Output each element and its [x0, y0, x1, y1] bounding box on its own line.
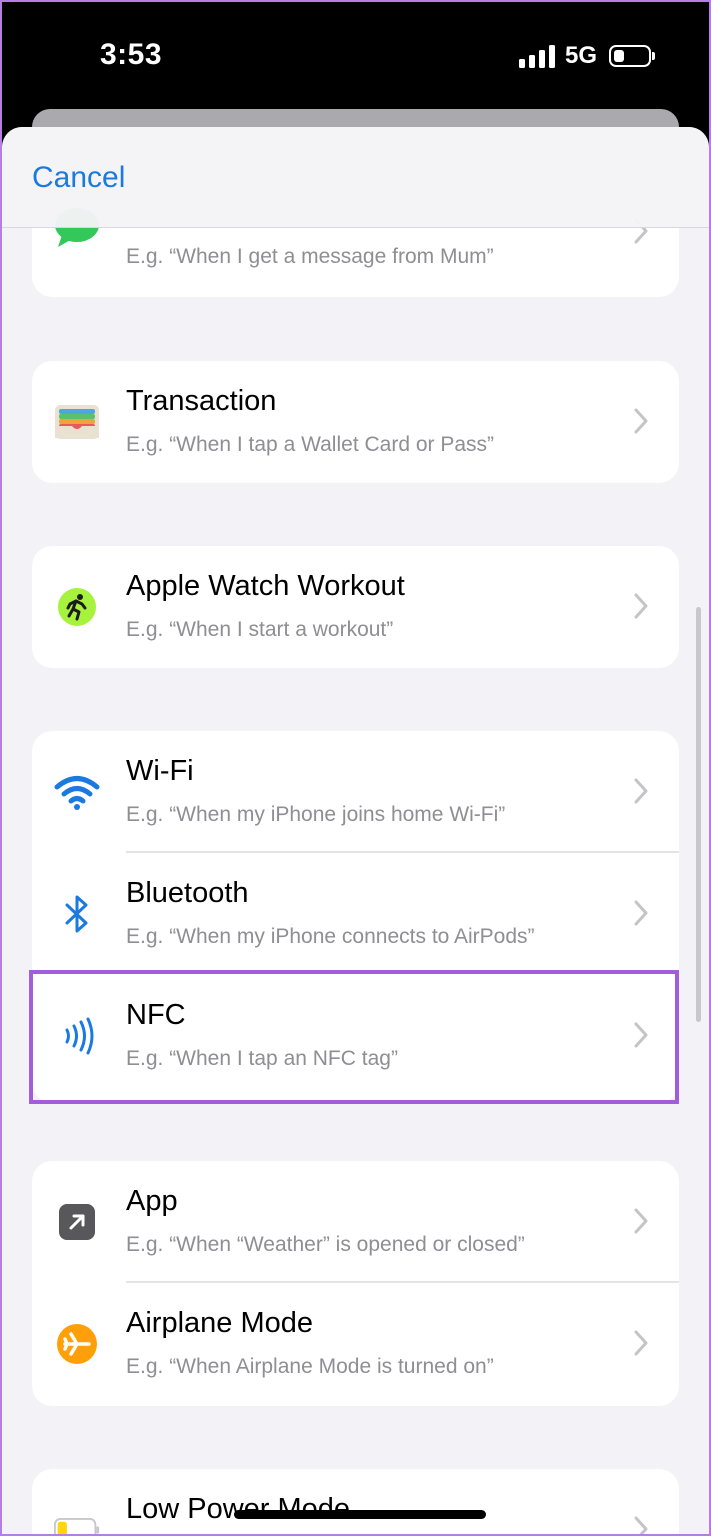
app-arrow-icon	[54, 1199, 100, 1245]
wallet-icon	[54, 399, 100, 445]
trigger-row-low-power-mode[interactable]: Low Power Mode	[32, 1469, 679, 1534]
network-type: 5G	[564, 42, 597, 69]
cellular-signal-icon	[518, 44, 555, 68]
wifi-icon	[54, 769, 100, 815]
chevron-right-icon	[634, 408, 648, 434]
chevron-right-icon	[634, 900, 648, 926]
phone-screen: 3:53 5G Cancel E.g. “When I get a messag…	[0, 0, 711, 1536]
cancel-button[interactable]: Cancel	[32, 161, 125, 195]
trigger-title: Airplane Mode	[126, 1307, 313, 1339]
trigger-subtitle: E.g. “When my iPhone connects to AirPods…	[126, 925, 535, 948]
trigger-row-airplane-mode[interactable]: Airplane Mode E.g. “When Airplane Mode i…	[32, 1283, 679, 1405]
trigger-group: Transaction E.g. “When I tap a Wallet Ca…	[32, 361, 679, 483]
trigger-subtitle: E.g. “When I get a message from Mum”	[126, 245, 494, 268]
trigger-title: Bluetooth	[126, 877, 249, 909]
chevron-right-icon	[634, 778, 648, 804]
bluetooth-icon	[54, 891, 100, 937]
trigger-title: Transaction	[126, 385, 277, 417]
status-indicators: 5G	[518, 42, 655, 70]
chevron-right-icon	[634, 1516, 648, 1534]
home-indicator	[234, 1510, 486, 1519]
chevron-right-icon	[634, 1330, 648, 1356]
workout-icon	[54, 584, 100, 630]
trigger-subtitle: E.g. “When “Weather” is opened or closed…	[126, 1233, 525, 1256]
trigger-subtitle: E.g. “When Airplane Mode is turned on”	[126, 1355, 494, 1378]
sheet-header: Cancel	[2, 127, 709, 228]
trigger-title: Wi-Fi	[126, 755, 194, 787]
status-time: 3:53	[100, 38, 163, 71]
battery-low-icon	[54, 1507, 100, 1534]
airplane-icon	[54, 1321, 100, 1367]
trigger-subtitle: E.g. “When I start a workout”	[126, 618, 394, 641]
trigger-subtitle: E.g. “When my iPhone joins home Wi-Fi”	[126, 803, 506, 826]
trigger-group: Apple Watch Workout E.g. “When I start a…	[32, 546, 679, 668]
trigger-group: Low Power Mode	[32, 1469, 679, 1534]
trigger-sheet: Cancel E.g. “When I get a message from M…	[2, 127, 709, 1534]
trigger-row-wifi[interactable]: Wi-Fi E.g. “When my iPhone joins home Wi…	[32, 731, 679, 853]
trigger-title: App	[126, 1185, 178, 1217]
trigger-subtitle: E.g. “When I tap a Wallet Card or Pass”	[126, 433, 495, 456]
trigger-row-bluetooth[interactable]: Bluetooth E.g. “When my iPhone connects …	[32, 853, 679, 975]
battery-icon	[609, 45, 655, 67]
scrollbar[interactable]	[696, 607, 701, 1022]
chevron-right-icon	[634, 593, 648, 619]
chevron-right-icon	[634, 1208, 648, 1234]
trigger-row-apple-watch-workout[interactable]: Apple Watch Workout E.g. “When I start a…	[32, 546, 679, 668]
trigger-row-transaction[interactable]: Transaction E.g. “When I tap a Wallet Ca…	[32, 361, 679, 483]
trigger-title: Apple Watch Workout	[126, 570, 405, 602]
trigger-row-app[interactable]: App E.g. “When “Weather” is opened or cl…	[32, 1161, 679, 1283]
trigger-group: App E.g. “When “Weather” is opened or cl…	[32, 1161, 679, 1406]
nfc-highlight-box	[29, 970, 679, 1104]
